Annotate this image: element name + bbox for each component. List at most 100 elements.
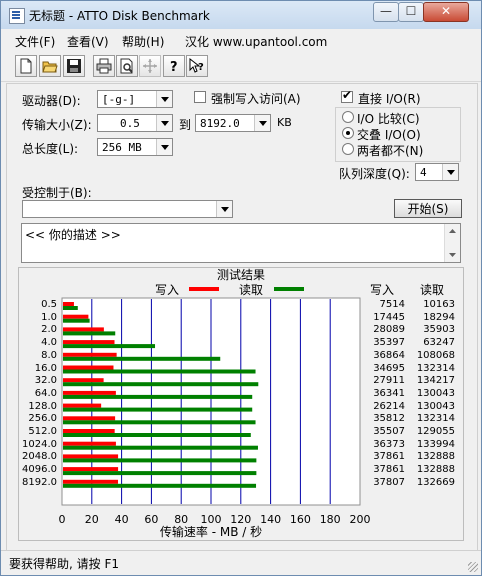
write-bar [63,390,116,395]
description-textarea[interactable]: << 你的描述 >> [21,223,461,263]
menu-help[interactable]: 帮助(H) [122,33,164,50]
read-value: 132669 [416,476,455,488]
menu-bar: 文件(F) 查看(V) 帮助(H) 汉化 www.upantool.com [1,30,481,50]
x-tick-label: 40 [115,513,129,526]
chevron-down-icon[interactable] [156,91,172,107]
read-value: 133994 [416,438,455,450]
legend-read-label: 读取 [239,283,263,297]
force-write-label: 强制写入访问(A) [211,92,301,106]
read-value: 132314 [416,362,455,374]
transfer-from-select[interactable]: 0.5 [97,114,173,132]
read-value: 132314 [416,413,455,425]
print-preview-button[interactable] [116,55,138,77]
write-value: 37861 [373,451,405,463]
controlled-by-select[interactable] [22,200,233,218]
chevron-down-icon[interactable] [156,115,172,131]
write-bar [63,429,115,433]
x-tick-label: 20 [85,513,99,526]
transfer-size-row-label: 256.0 [28,413,57,425]
open-icon [42,61,58,73]
write-value: 28089 [373,324,405,336]
read-column-header: 读取 [420,283,444,297]
x-tick-label: 180 [320,513,341,526]
direct-io-checkbox[interactable] [341,88,353,103]
transfer-to-select[interactable]: 8192.0 [195,114,271,132]
write-column-header: 写入 [370,283,394,297]
vertical-scrollbar[interactable] [444,224,460,262]
force-write-checkbox[interactable] [194,91,206,103]
kb-label: KB [277,116,292,129]
chevron-down-icon[interactable] [156,139,172,155]
total-length-select[interactable]: 256 MB [97,138,173,156]
maximize-button[interactable]: ☐ [398,2,424,22]
menu-hanhua[interactable]: 汉化 www.upantool.com [185,33,327,50]
read-bar [63,331,116,336]
new-button[interactable] [15,55,37,77]
read-bar [63,471,257,476]
legend-read-swatch [274,287,304,291]
context-help-button[interactable]: ? [186,55,208,77]
menu-view[interactable]: 查看(V) [67,33,109,50]
save-button[interactable] [63,55,85,77]
print-button[interactable] [93,55,115,77]
read-value: 130043 [416,400,455,412]
write-bar [63,378,104,383]
close-button[interactable]: ✕ [423,2,469,22]
chevron-down-icon[interactable] [254,115,270,131]
new-icon [20,58,32,74]
write-value: 37861 [373,464,405,476]
neither-radio[interactable] [342,143,354,155]
move-button[interactable] [139,55,161,77]
x-tick-label: 200 [350,513,371,526]
transfer-size-row-label: 1024.0 [22,438,57,450]
write-value: 17445 [373,311,405,323]
write-bar [63,479,119,484]
transfer-size-row-label: 1.0 [41,311,57,323]
to-label: 到 [179,118,192,132]
overlap-io-radio[interactable] [342,127,354,139]
x-tick-label: 140 [260,513,281,526]
read-bar [63,344,156,349]
transfer-size-row-label: 512.0 [28,426,57,437]
drive-label: 驱动器(D): [22,94,81,108]
save-icon [67,59,81,73]
drive-select[interactable]: [-g-] [97,90,173,108]
help-button[interactable]: ? [163,55,185,77]
transfer-size-row-label: 2.0 [41,324,57,336]
chevron-down-icon[interactable] [216,201,232,217]
minimize-button[interactable]: — [373,2,399,22]
write-bar [63,441,116,446]
read-value: 108068 [416,349,455,361]
toolbar: ? ? [1,51,481,82]
transfer-size-row-label: 64.0 [34,387,57,399]
write-value: 34695 [373,362,405,374]
io-compare-radio[interactable] [342,111,354,123]
write-bar [63,327,104,332]
queue-depth-value: 4 [420,166,427,179]
legend-write-swatch [189,287,219,291]
resize-grip-icon[interactable] [468,562,478,572]
transfer-size-row-label: 32.0 [34,375,57,387]
read-bar [63,420,256,425]
read-value: 63247 [423,337,455,349]
x-axis-label: 传输速率 - MB / 秒 [160,524,262,539]
title-bar[interactable]: 无标题 - ATTO Disk Benchmark — ☐ ✕ [1,1,481,29]
read-bar [63,433,251,437]
queue-depth-select[interactable]: 4 [415,163,459,181]
menu-file[interactable]: 文件(F) [15,33,55,50]
queue-depth-label: 队列深度(Q): [339,167,410,181]
app-window: 无标题 - ATTO Disk Benchmark — ☐ ✕ 文件(F) 查看… [0,0,482,576]
transfer-size-row-label: 128.0 [28,400,57,412]
read-bar [63,445,258,450]
context-help-icon: ? [189,58,204,73]
x-tick-label: 160 [290,513,311,526]
open-button[interactable] [39,55,61,77]
write-value: 35812 [373,413,405,425]
chevron-down-icon[interactable] [442,164,458,180]
write-value: 7514 [379,299,405,310]
start-button[interactable]: 开始(S) [394,199,462,218]
read-bar [63,306,78,310]
transfer-size-row-label: 4096.0 [22,464,57,476]
move-icon [143,59,157,73]
transfer-size-row-label: 0.5 [41,299,57,310]
